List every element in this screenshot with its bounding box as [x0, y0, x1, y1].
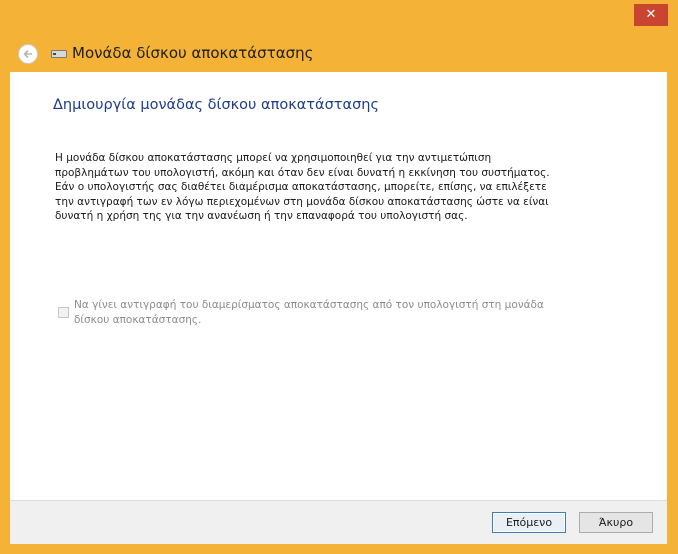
checkbox-label-line: Να γίνει αντιγραφή του διαμερίσματος απο… — [74, 299, 544, 311]
content-panel: Δημιουργία μονάδας δίσκου αποκατάστασης … — [10, 72, 667, 500]
back-button[interactable] — [18, 44, 38, 64]
description-line: Η μονάδα δίσκου αποκατάστασης μπορεί να … — [55, 152, 492, 164]
description-line: προβλημάτων του υπολογιστή, ακόμη και ότ… — [55, 166, 550, 179]
copy-partition-label: Να γίνει αντιγραφή του διαμερίσματος απο… — [74, 298, 579, 327]
description-text: Η μονάδα δίσκου αποκατάστασης μπορεί να … — [55, 151, 575, 224]
copy-partition-checkbox[interactable] — [58, 307, 69, 318]
page-heading: Δημιουργία μονάδας δίσκου αποκατάστασης — [53, 97, 379, 113]
back-arrow-icon — [23, 49, 32, 59]
close-button[interactable]: ✕ — [634, 4, 668, 26]
checkbox-label-line: δίσκου αποκατάστασης. — [74, 313, 202, 326]
window-title: Μονάδα δίσκου αποκατάστασης — [72, 44, 314, 62]
next-button[interactable]: Επόμενο — [492, 512, 566, 533]
cancel-button[interactable]: Άκυρο — [579, 512, 653, 533]
close-icon: ✕ — [645, 7, 657, 22]
description-line: Εάν ο υπολογιστής σας διαθέτει διαμέρισμ… — [55, 181, 547, 193]
app-window: ✕ Μονάδα δίσκου αποκατάστασης Δημιουργία… — [0, 0, 678, 554]
footer-bar: Επόμενο Άκυρο — [10, 500, 667, 544]
description-line: δυνατή η χρήση της για την ανανέωση ή τη… — [55, 210, 468, 222]
drive-icon — [51, 50, 67, 58]
description-line: την αντιγραφή των εν λόγω περιεχομένων σ… — [55, 195, 549, 208]
